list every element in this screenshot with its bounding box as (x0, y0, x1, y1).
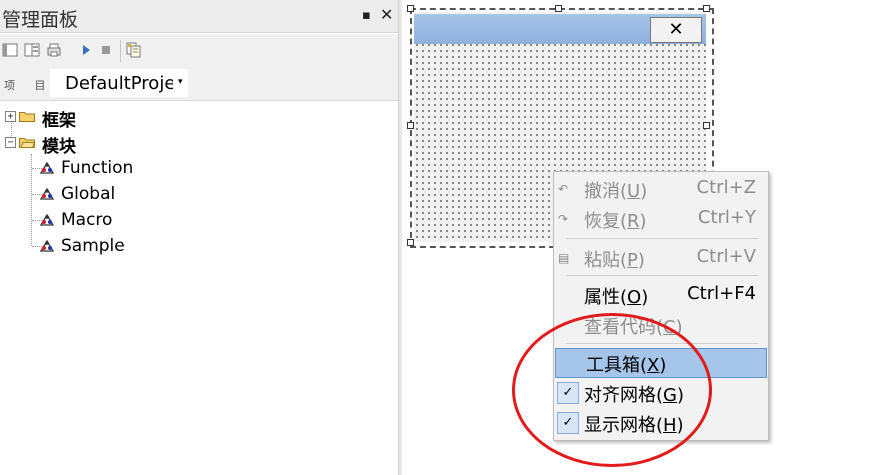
panel-toolbar (0, 34, 398, 66)
module-icon (40, 161, 55, 174)
toolbar-separator (120, 40, 121, 62)
resize-handle[interactable] (407, 239, 414, 246)
project-tree: + 框架 − 模块 Function Global Macro Sample (0, 100, 398, 475)
resize-handle[interactable] (555, 5, 562, 12)
tree-node-function[interactable]: Function (0, 157, 200, 181)
expand-icon[interactable]: + (5, 111, 16, 122)
project-value: DefaultProject (65, 73, 173, 94)
tree-node-frame[interactable]: + 框架 (0, 105, 200, 131)
tree-node-label: Macro (61, 210, 113, 230)
undo-icon: ↶ (558, 182, 569, 196)
menu-item-shortcut: Ctrl+V (696, 246, 756, 267)
module-icon (40, 213, 55, 226)
menu-item-accel: R (627, 211, 640, 232)
print-icon[interactable] (46, 42, 62, 58)
project-dropdown[interactable]: DefaultProject ▾ (50, 69, 188, 97)
split-view-icon[interactable] (24, 42, 40, 58)
properties-page-icon[interactable] (126, 42, 142, 58)
menu-item-label: 恢复( (584, 211, 628, 232)
dropdown-arrow-icon[interactable]: ▾ (178, 77, 183, 87)
panel-title-bar: 管理面板 ▪ ✕ (0, 0, 398, 33)
tree-node-module[interactable]: − 模块 (0, 131, 200, 157)
resize-handle[interactable] (703, 122, 710, 129)
menu-separator (566, 238, 758, 239)
resize-handle[interactable] (407, 5, 414, 12)
tree-node-sample[interactable]: Sample (0, 235, 200, 259)
tree-node-macro[interactable]: Macro (0, 209, 200, 233)
menu-item-shortcut: Ctrl+Z (696, 177, 756, 198)
resize-handle[interactable] (703, 5, 710, 12)
folder-icon (19, 112, 35, 122)
full-form-icon[interactable] (2, 42, 18, 58)
project-row: 项 目 DefaultProject ▾ (0, 66, 398, 101)
play-icon[interactable] (78, 42, 94, 58)
menu-item-properties[interactable]: 属性(O) Ctrl+F4 (554, 280, 768, 310)
menu-item-label: 撤消( (584, 181, 628, 202)
menu-item-redo[interactable]: ↷ 恢复(R) Ctrl+Y (554, 204, 768, 234)
project-label: 项 目 (4, 79, 54, 92)
menu-item-label: 属性( (584, 287, 628, 308)
tree-node-label: Global (61, 184, 116, 204)
tree-node-label: Function (61, 158, 134, 178)
resize-handle[interactable] (407, 122, 414, 129)
menu-item-shortcut: Ctrl+Y (697, 207, 756, 228)
form-close-button[interactable]: ✕ (650, 17, 702, 43)
menu-separator (566, 275, 758, 276)
menu-item-shortcut: Ctrl+F4 (687, 283, 756, 304)
menu-item-accel: O (627, 287, 642, 308)
menu-item-accel: P (627, 250, 638, 271)
paste-icon: ▤ (558, 251, 570, 265)
management-panel: 管理面板 ▪ ✕ 项 目 DefaultProject ▾ (0, 0, 398, 475)
menu-item-accel: U (627, 181, 641, 202)
menu-item-label: 粘贴( (584, 250, 628, 271)
tree-node-global[interactable]: Global (0, 183, 200, 207)
pin-icon[interactable]: ▪ (362, 8, 371, 23)
menu-item-undo[interactable]: ↶ 撤消(U) Ctrl+Z (554, 174, 768, 204)
annotation-circle (512, 313, 712, 467)
redo-icon: ↷ (558, 212, 569, 226)
tree-node-label: Sample (61, 236, 125, 256)
collapse-icon[interactable]: − (5, 137, 16, 148)
open-folder-icon (19, 138, 35, 148)
panel-title: 管理面板 (2, 9, 79, 31)
menu-item-paste[interactable]: ▤ 粘贴(P) Ctrl+V (554, 243, 768, 273)
module-icon (40, 187, 55, 200)
module-icon (40, 239, 55, 252)
stop-icon[interactable] (98, 42, 114, 58)
panel-close-icon[interactable]: ✕ (380, 5, 393, 24)
tree-node-label: 模块 (42, 137, 76, 157)
tree-node-label: 框架 (42, 111, 76, 131)
